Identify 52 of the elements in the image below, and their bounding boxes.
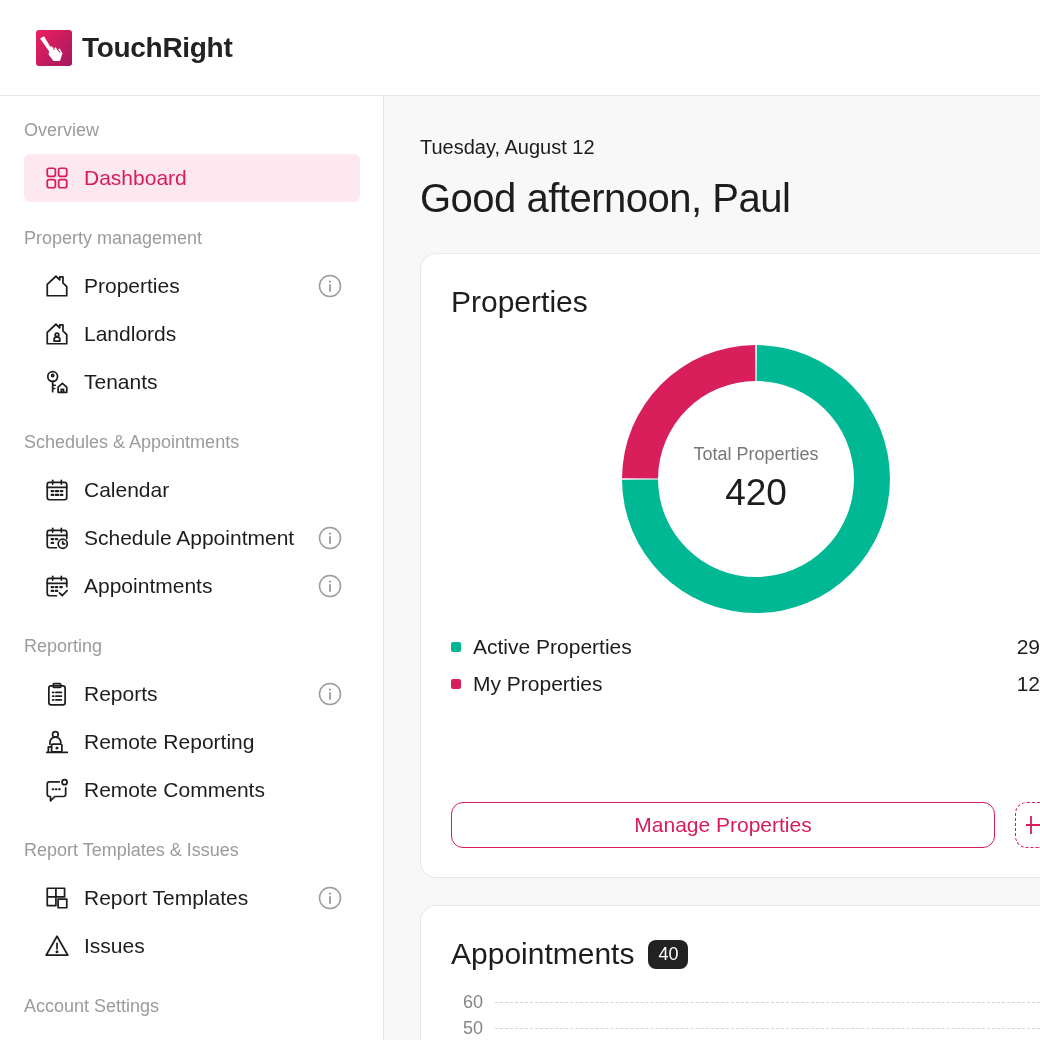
info-icon[interactable]: [318, 682, 342, 706]
house-person-icon: [44, 321, 70, 347]
sidebar-item[interactable]: Report Templates: [24, 874, 360, 922]
section-heading: Reporting: [24, 635, 104, 658]
greeting-heading: Good afternoon, Paul: [420, 175, 792, 222]
sidebar-item[interactable]: Remote Reporting: [24, 718, 360, 766]
card-title: Appointments: [451, 937, 635, 971]
manage-properties-button[interactable]: Manage Properties: [451, 802, 995, 848]
card-title: Properties: [451, 285, 589, 319]
sidebar-item[interactable]: Issues: [24, 922, 360, 970]
info-icon[interactable]: [318, 526, 342, 550]
sidebar-item[interactable]: Tenants: [24, 358, 360, 406]
count-badge: 40: [648, 939, 689, 969]
add-button[interactable]: [1015, 802, 1040, 848]
brand-name: TouchRight: [82, 30, 233, 65]
axis-label: 50: [461, 1017, 483, 1040]
calendar-clock-icon: [44, 525, 70, 551]
section-heading: Account Settings: [24, 995, 161, 1018]
legend-label: Active Properties: [473, 633, 632, 660]
key-house-icon: [44, 369, 70, 395]
info-icon[interactable]: [318, 574, 342, 598]
sidebar-item[interactable]: Dashboard: [24, 154, 360, 202]
section-heading: Report Templates & Issues: [24, 839, 240, 862]
plus-icon: [1026, 816, 1040, 834]
total-count: 420: [725, 471, 787, 515]
sidebar-item[interactable]: Calendar: [24, 466, 360, 514]
info-icon[interactable]: [318, 886, 342, 910]
section-heading: Overview: [24, 119, 100, 142]
grid-icon: [44, 165, 70, 191]
chat-bubble-icon: [44, 777, 70, 803]
calendar-check-icon: [44, 573, 70, 599]
legend-label: My Properties: [473, 670, 603, 697]
info-icon[interactable]: [318, 274, 342, 298]
sidebar-item[interactable]: Schedule Appointment: [24, 514, 360, 562]
date-text: Tuesday, August 12: [420, 135, 596, 159]
axis-label: 60: [461, 991, 483, 1014]
sidebar-item[interactable]: Properties: [24, 262, 360, 310]
sidebar-item[interactable]: Landlords: [24, 310, 360, 358]
sidebar-item[interactable]: Remote Comments: [24, 766, 360, 814]
layout-icon: [44, 885, 70, 911]
warning-icon: [44, 933, 70, 959]
house-icon: [44, 273, 70, 299]
calendar-icon: [44, 477, 70, 503]
section-heading: Property management: [24, 227, 204, 250]
legend-value: 29: [1016, 633, 1040, 660]
donut-center-label: Total Properties: [693, 443, 819, 465]
legend-value: 12: [1016, 670, 1040, 697]
sidebar-item[interactable]: Appointments: [24, 562, 360, 610]
logo-icon: [36, 29, 72, 66]
person-laptop-icon: [44, 729, 70, 755]
sidebar-item[interactable]: Reports: [24, 670, 360, 718]
section-heading: Schedules & Appointments: [24, 431, 241, 454]
